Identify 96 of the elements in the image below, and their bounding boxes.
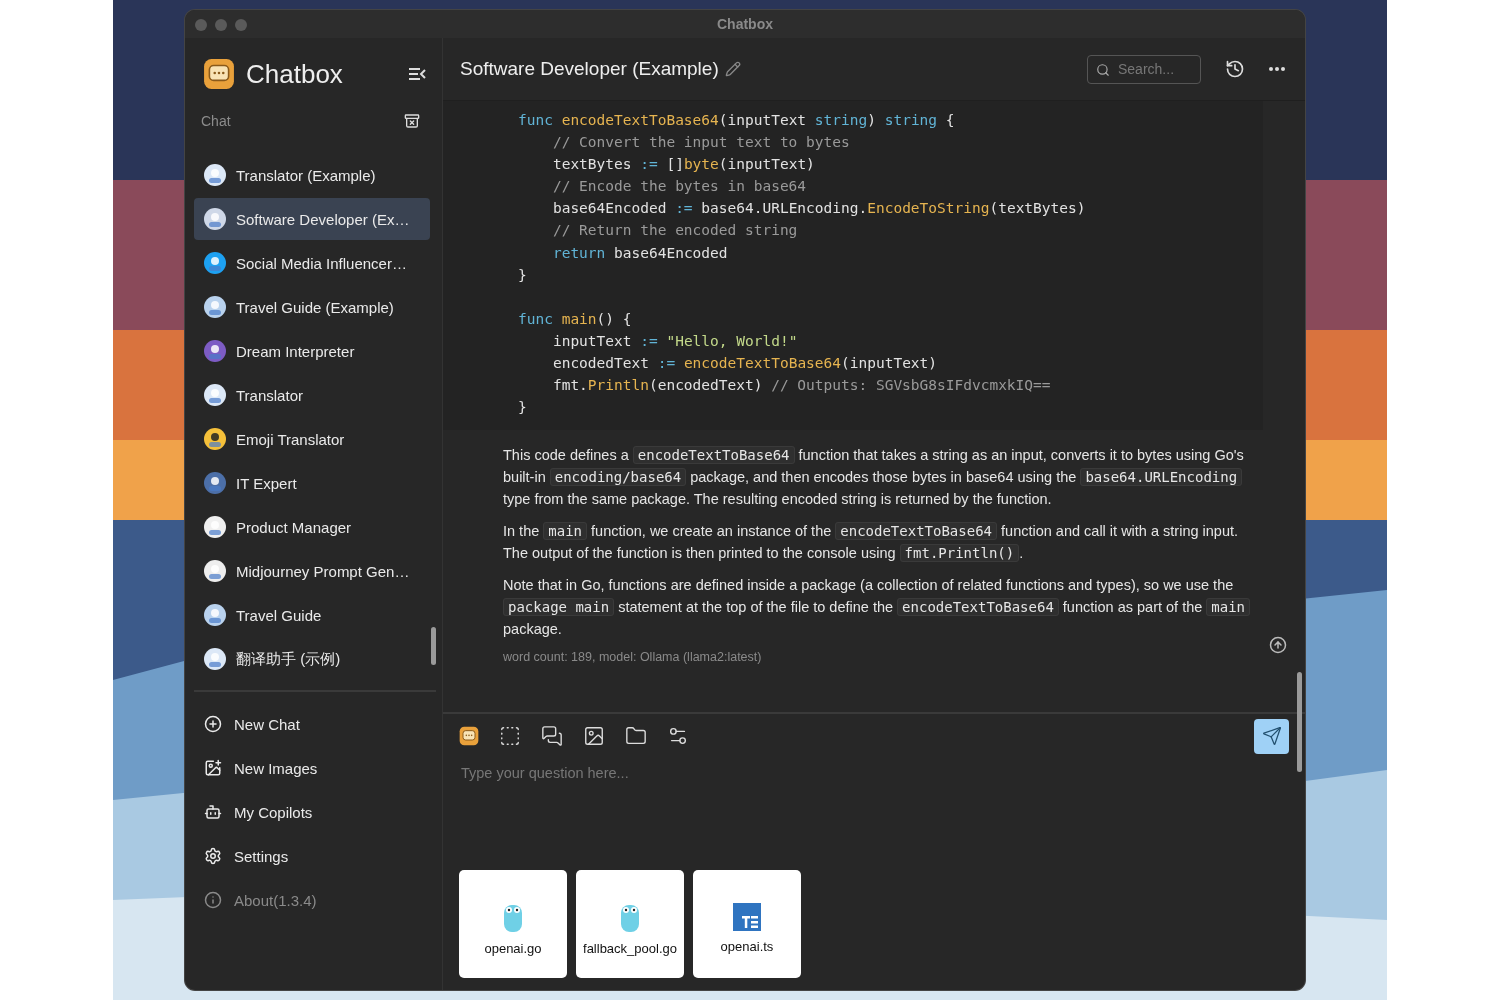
code-line: encodedText := encodeTextToBase64(inputText) xyxy=(551,354,939,374)
folder-button[interactable] xyxy=(625,725,647,747)
avatar-icon xyxy=(204,428,226,450)
menu-item[interactable]: Settings xyxy=(194,834,430,878)
window-title: Chatbox xyxy=(717,16,773,32)
app-name: Chatbox xyxy=(246,58,344,90)
chat-item[interactable]: Translator xyxy=(194,374,430,416)
screenshot-button[interactable] xyxy=(499,725,521,747)
code-line: } xyxy=(518,265,528,285)
message-meta: word count: 189, model: Ollama (llama2:latest) xyxy=(503,650,763,665)
code-line: } xyxy=(518,398,528,418)
avatar-icon xyxy=(204,648,226,670)
message-paragraph: Note that in Go, functions are defined inside a package (a collection of related functions and types), so we use the package main statement at the top of the file to define the encodeTextToBase64 function as part of the main package. xyxy=(503,574,1265,641)
folder-icon xyxy=(625,725,647,747)
search-field[interactable]: Search... xyxy=(1087,54,1201,84)
avatar-icon xyxy=(204,560,226,582)
dashed-square-icon xyxy=(499,725,521,747)
code-line: func encodeTextToBase64(inputText string) string { xyxy=(518,111,956,130)
question-field[interactable]: Type your question here... xyxy=(459,764,1063,782)
avatar-icon xyxy=(204,208,226,230)
collapse-sidebar-button[interactable] xyxy=(408,67,426,81)
avatar-icon xyxy=(204,296,226,318)
code-line: // Convert the input text to bytes xyxy=(551,133,851,153)
chat-item[interactable]: Product Manager xyxy=(194,506,430,548)
chat-bubbles-icon xyxy=(541,725,563,747)
chat-bubbles-button[interactable] xyxy=(541,725,563,747)
scrollbar-thumb[interactable] xyxy=(1297,672,1302,772)
archive-icon xyxy=(404,113,420,129)
file-name: openai.ts xyxy=(720,938,774,954)
info-icon xyxy=(204,891,222,909)
image-icon xyxy=(583,725,605,747)
code-line: base64Encoded := base64.URLEncoding.EncodeToString(textBytes) xyxy=(551,199,1087,219)
chat-item[interactable]: Travel Guide xyxy=(194,594,430,636)
typescript-icon xyxy=(733,902,761,931)
pencil-icon xyxy=(724,61,741,77)
code-line: fmt.Println(encodedText) // Outputs: SGVsbG8sIFdvcmxkIQ== xyxy=(551,376,1052,396)
code-line: // Return the encoded string xyxy=(551,221,799,241)
chat-item[interactable]: Midjourney Prompt Gen… xyxy=(194,550,430,592)
chat-item[interactable]: Translator (Example) xyxy=(194,154,430,196)
zoom-dot[interactable] xyxy=(235,19,247,31)
message-paragraph: In the main function, we create an instance of the encodeTextToBase64 function and call it with a string input. The output of the function is then printed to the console using fmt.Println() . xyxy=(503,521,1239,565)
settings-icon xyxy=(204,847,222,865)
history-button[interactable] xyxy=(1225,59,1245,79)
message-paragraph: This code defines a encodeTextToBase64 function that takes a string as an input, converts it to bytes using Go's built-in encoding/base64 package, and then encodes those bytes in base64 using the base64.URLEncoding type from the same package. The resulting encoded string is returned by the function. xyxy=(503,445,1245,510)
image-plus-icon xyxy=(204,759,222,777)
avatar-icon xyxy=(204,340,226,362)
avatar-icon xyxy=(204,252,226,274)
chat-item[interactable]: Software Developer (Ex… xyxy=(194,198,430,240)
file-card[interactable]: fallback_pool.go xyxy=(576,870,684,978)
avatar-icon xyxy=(204,472,226,494)
search-icon xyxy=(1096,62,1110,77)
archive-button[interactable] xyxy=(404,113,420,129)
close-dot[interactable] xyxy=(195,19,207,31)
avatar-icon xyxy=(204,516,226,538)
menu-item[interactable]: My Copilots xyxy=(194,790,430,834)
send-icon xyxy=(1261,726,1282,746)
code-line: textBytes := []byte(inputText) xyxy=(551,155,816,175)
chat-item[interactable]: Social Media Influencer… xyxy=(194,242,430,284)
avatar-icon xyxy=(204,384,226,406)
minimize-dot[interactable] xyxy=(215,19,227,31)
menu-item[interactable]: New Images xyxy=(194,746,430,790)
avatar-icon xyxy=(204,604,226,626)
code-line: func main() { xyxy=(518,309,633,329)
chatbox-logo-icon xyxy=(459,726,479,746)
file-name: fallback_pool.go xyxy=(583,940,677,956)
code-line: inputText := "Hello, World!" xyxy=(551,331,799,351)
chat-item[interactable]: Dream Interpreter xyxy=(194,330,430,372)
avatar-icon xyxy=(204,164,226,186)
section-label: Chat xyxy=(201,113,231,129)
scroll-up-button[interactable] xyxy=(1269,636,1287,654)
robot-icon xyxy=(204,803,222,821)
image-button[interactable] xyxy=(583,725,605,747)
plus-circle-icon xyxy=(204,715,222,733)
code-line: return base64Encoded xyxy=(551,243,729,263)
menu-item[interactable]: About(1.3.4) xyxy=(194,878,430,922)
file-name: openai.go xyxy=(484,940,542,956)
model-button[interactable] xyxy=(459,726,479,746)
sliders-icon xyxy=(667,725,689,747)
code-line: // Encode the bytes in base64 xyxy=(551,177,808,197)
chatbox-logo-icon xyxy=(203,58,235,90)
settings-button[interactable] xyxy=(667,725,689,747)
chat-item[interactable]: IT Expert xyxy=(194,462,430,504)
chat-item[interactable]: Travel Guide (Example) xyxy=(194,286,430,328)
arrow-up-icon xyxy=(1269,636,1287,654)
more-button[interactable] xyxy=(1269,67,1285,71)
menu-item[interactable]: New Chat xyxy=(194,702,430,746)
chat-item[interactable]: 翻译助手 (示例) xyxy=(194,638,430,680)
chat-title: Software Developer (Example) xyxy=(460,58,719,80)
file-card[interactable]: openai.ts xyxy=(693,870,801,978)
history-icon xyxy=(1225,59,1245,79)
send-button[interactable] xyxy=(1254,718,1289,754)
file-card[interactable]: openai.go xyxy=(459,870,567,978)
scrollbar-thumb[interactable] xyxy=(431,627,436,665)
edit-title-button[interactable] xyxy=(724,61,741,77)
chat-item[interactable]: Emoji Translator xyxy=(194,418,430,460)
more-icon xyxy=(1269,67,1285,71)
